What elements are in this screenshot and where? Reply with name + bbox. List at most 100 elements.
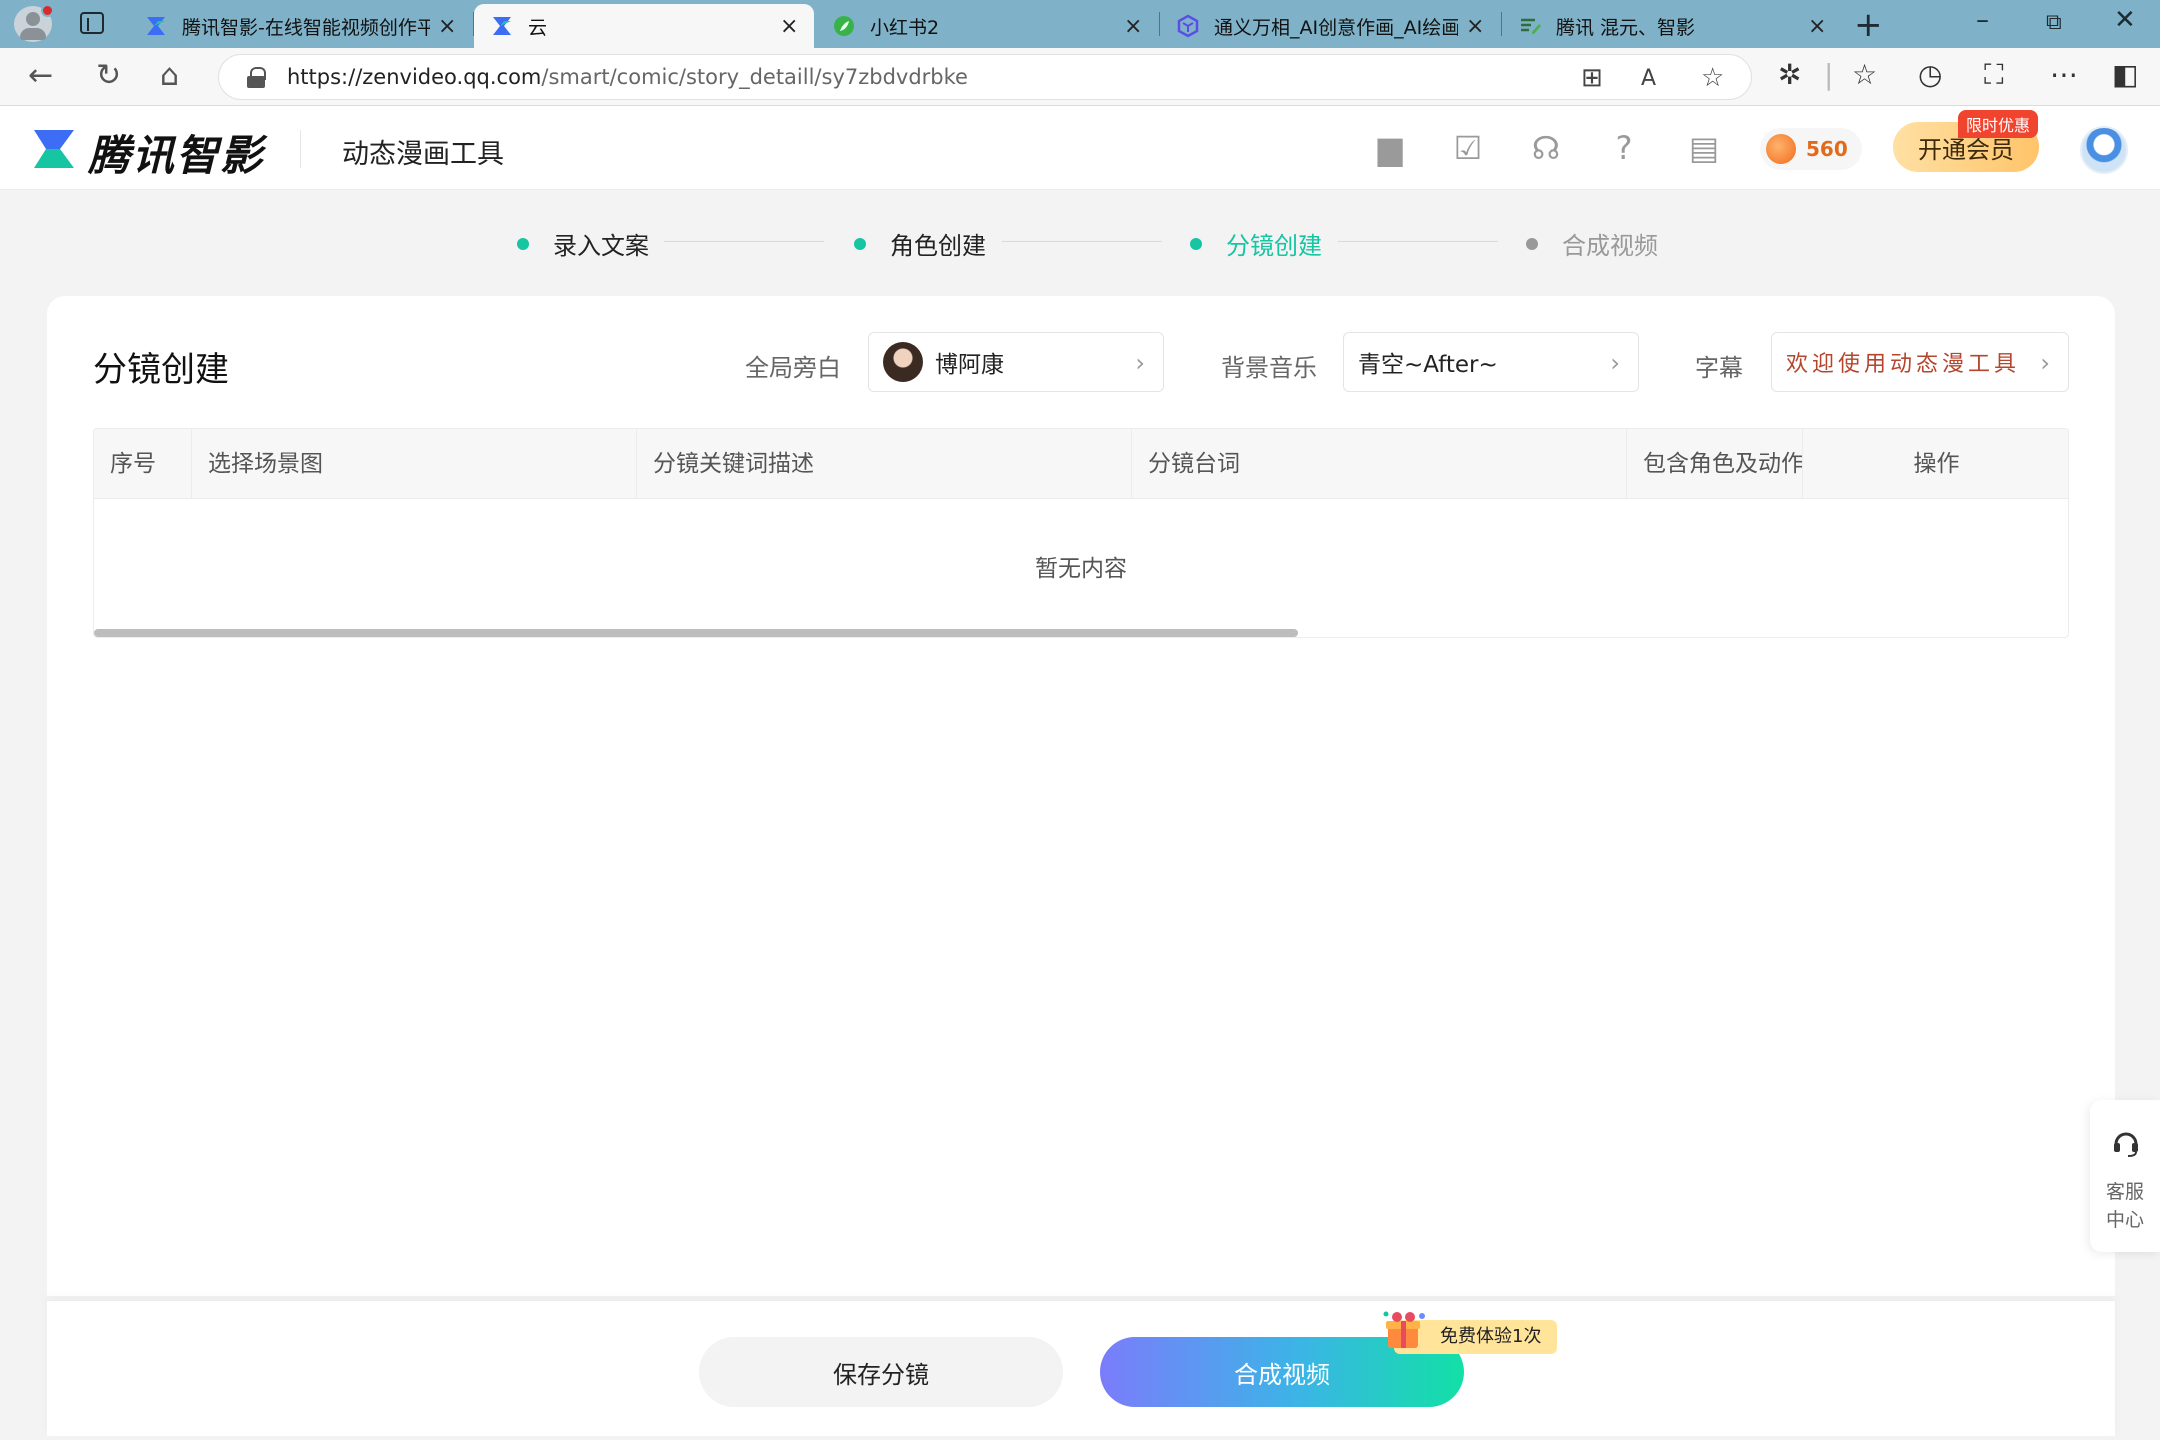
app-grid-icon[interactable]: ⊞ bbox=[1581, 63, 1603, 93]
step-connector bbox=[664, 241, 824, 242]
close-window-icon[interactable]: ✕ bbox=[2114, 5, 2136, 35]
chevron-right-icon: › bbox=[1610, 349, 1620, 377]
restore-icon[interactable]: ⧉ bbox=[2046, 10, 2062, 35]
header-divider bbox=[300, 130, 301, 168]
table-header: 序号 选择场景图 分镜关键词描述 分镜台词 包含角色及动作 操作 bbox=[94, 429, 2068, 499]
customer-service-widget[interactable]: 客服 中心 bbox=[2090, 1100, 2160, 1252]
browser-tab-active[interactable]: 云 × bbox=[474, 4, 814, 48]
tongyi-favicon-icon bbox=[1177, 14, 1199, 38]
reload-icon[interactable]: ↻ bbox=[96, 58, 121, 93]
green-leaf-favicon-icon bbox=[834, 16, 854, 36]
bgm-selector[interactable]: 青空~After~ › bbox=[1343, 332, 1639, 392]
screenshot-icon[interactable]: ⛶ bbox=[1984, 58, 2004, 92]
browser-tab[interactable]: 通义万相_AI创意作画_AI绘画_ × bbox=[1160, 4, 1500, 48]
read-aloud-icon[interactable]: A bbox=[1641, 66, 1656, 91]
subtitle-label: 字幕 bbox=[1695, 354, 1743, 382]
service-label-line2: 中心 bbox=[2105, 1209, 2144, 1231]
browser-tab-bar: 腾讯智影-在线智能视频创作平台 × 云 × 小红书2 × 通义万相_AI创意作画… bbox=[0, 0, 2160, 48]
tab-title: 腾讯智影-在线智能视频创作平台 bbox=[182, 16, 430, 39]
step-compose-video[interactable]: 合成视频 bbox=[1526, 226, 1658, 261]
chevron-right-icon: › bbox=[1135, 349, 1145, 377]
service-label: 客服 中心 bbox=[2090, 1178, 2160, 1234]
lock-icon bbox=[247, 67, 266, 88]
history-icon[interactable]: ◷ bbox=[1918, 58, 1942, 91]
narration-label: 全局旁白 bbox=[745, 354, 841, 382]
narration-selector[interactable]: 博阿康 › bbox=[868, 332, 1164, 392]
column-header-characters: 包含角色及动作 bbox=[1627, 429, 1803, 499]
profile-avatar-icon[interactable] bbox=[14, 4, 54, 42]
horizontal-scrollbar[interactable] bbox=[94, 629, 1299, 637]
user-avatar[interactable] bbox=[2080, 126, 2128, 174]
points-balance[interactable]: 560 bbox=[1760, 128, 1862, 170]
storyboard-panel: 分镜创建 全局旁白 博阿康 › 背景音乐 青空~After~ › 字幕 欢迎使用… bbox=[47, 296, 2115, 1296]
storyboard-table: 序号 选择场景图 分镜关键词描述 分镜台词 包含角色及动作 操作 暂无内容 bbox=[93, 428, 2069, 638]
column-header-index: 序号 bbox=[94, 429, 192, 499]
extensions-icon[interactable]: ✲ bbox=[1778, 58, 1801, 91]
step-character-creation[interactable]: 角色创建 bbox=[854, 226, 986, 261]
close-tab-icon[interactable]: × bbox=[1466, 14, 1484, 39]
points-value: 560 bbox=[1806, 137, 1848, 161]
tab-title: 通义万相_AI创意作画_AI绘画_ bbox=[1214, 16, 1458, 39]
subtitle-selector[interactable]: 欢迎使用动态漫工具 › bbox=[1771, 332, 2069, 392]
column-header-scene-image: 选择场景图 bbox=[192, 429, 637, 499]
close-tab-icon[interactable]: × bbox=[1124, 14, 1142, 39]
notification-dot bbox=[41, 4, 54, 17]
url-path: /smart/comic/story_detaill/sy7zbdvdrbke bbox=[541, 65, 968, 89]
browser-tab[interactable]: 小红书2 × bbox=[816, 4, 1158, 48]
new-tab-icon[interactable]: + bbox=[1854, 5, 1883, 45]
step-dot bbox=[854, 237, 866, 250]
step-connector bbox=[1002, 241, 1162, 242]
bgm-value: 青空~After~ bbox=[1358, 352, 1498, 378]
step-input-script[interactable]: 录入文案 bbox=[517, 226, 649, 261]
browser-toolbar: ← ↻ ⌂ https://zenvideo.qq.com/smart/comi… bbox=[0, 48, 2160, 106]
back-icon[interactable]: ← bbox=[28, 58, 53, 93]
tab-title: 腾讯 混元、智影 bbox=[1556, 16, 1696, 39]
toolbar-divider: | bbox=[1824, 58, 1834, 91]
notes-favicon-icon bbox=[1521, 18, 1541, 34]
chevron-right-icon: › bbox=[2040, 349, 2050, 377]
app-header: 腾讯智影 动态漫画工具 ▆ ☑ ☊ ? ▤ 560 开通会员 限时优惠 bbox=[0, 106, 2160, 190]
save-storyboard-button[interactable]: 保存分镜 bbox=[699, 1337, 1063, 1407]
narration-value: 博阿康 bbox=[935, 352, 1004, 378]
close-tab-icon[interactable]: × bbox=[438, 14, 456, 39]
close-tab-icon[interactable]: × bbox=[780, 14, 798, 39]
step-storyboard-creation[interactable]: 分镜创建 bbox=[1190, 226, 1322, 261]
tab-actions-icon[interactable] bbox=[80, 12, 104, 34]
browser-tab[interactable]: 腾讯 混元、智影 × bbox=[1502, 4, 1842, 48]
browser-tab[interactable]: 腾讯智影-在线智能视频创作平台 × bbox=[128, 4, 472, 48]
step-dot bbox=[1190, 237, 1202, 250]
favorite-star-icon[interactable]: ☆ bbox=[1701, 63, 1724, 93]
service-label-line1: 客服 bbox=[2105, 1181, 2144, 1203]
headset-icon[interactable]: ☊ bbox=[1528, 130, 1564, 166]
panel-title: 分镜创建 bbox=[93, 350, 229, 390]
step-label: 分镜创建 bbox=[1226, 232, 1322, 260]
clipboard-check-icon[interactable]: ☑ bbox=[1450, 130, 1486, 166]
step-dot bbox=[517, 237, 529, 250]
coin-icon bbox=[1766, 134, 1796, 164]
more-icon[interactable]: ⋯ bbox=[2050, 58, 2078, 91]
brand-name[interactable]: 腾讯智影 bbox=[88, 122, 264, 183]
column-header-actions: 操作 bbox=[1913, 451, 1960, 477]
close-tab-icon[interactable]: × bbox=[1808, 14, 1826, 39]
tab-title: 云 bbox=[528, 16, 548, 39]
step-dot bbox=[1526, 237, 1538, 250]
headset-icon bbox=[2114, 1132, 2138, 1157]
gift-icon bbox=[1383, 1311, 1425, 1348]
minimize-icon[interactable]: – bbox=[1976, 5, 1989, 35]
monitor-icon[interactable]: ▆ bbox=[1372, 130, 1408, 166]
step-connector bbox=[1338, 241, 1498, 242]
tab-title: 小红书2 bbox=[870, 16, 940, 39]
home-icon[interactable]: ⌂ bbox=[160, 58, 179, 93]
step-label: 合成视频 bbox=[1562, 232, 1658, 260]
address-bar[interactable]: https://zenvideo.qq.com/smart/comic/stor… bbox=[218, 54, 1752, 100]
sidebar-icon[interactable]: ◧ bbox=[2112, 58, 2138, 91]
favorites-icon[interactable]: ☆ bbox=[1852, 58, 1877, 91]
message-icon[interactable]: ▤ bbox=[1686, 130, 1722, 166]
zenvideo-favicon-icon bbox=[147, 17, 165, 35]
vip-promo-tag: 限时优惠 bbox=[1958, 110, 2039, 138]
narrator-avatar bbox=[883, 342, 923, 382]
column-header-dialogue: 分镜台词 bbox=[1132, 429, 1627, 499]
help-icon[interactable]: ? bbox=[1606, 130, 1642, 166]
table-empty-state: 暂无内容 bbox=[1035, 556, 1127, 582]
zenvideo-logo-icon[interactable] bbox=[32, 128, 76, 170]
